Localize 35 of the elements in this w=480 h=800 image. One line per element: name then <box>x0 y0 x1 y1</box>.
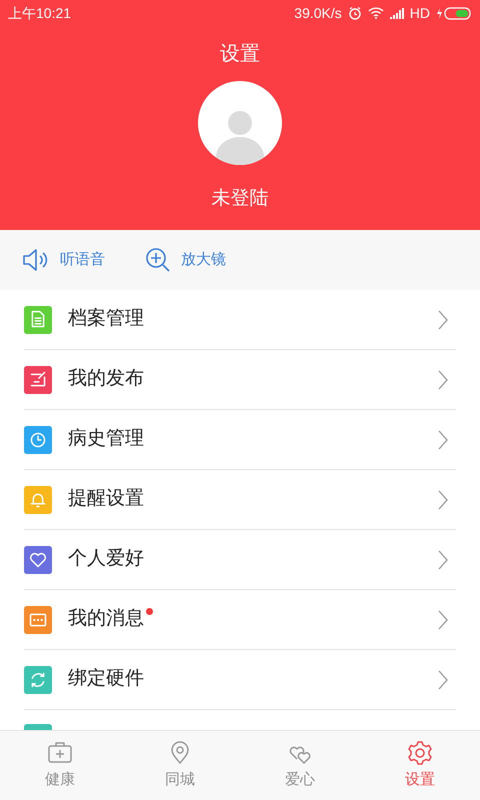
alarm-icon <box>348 6 362 20</box>
menu-label: 绑定硬件 <box>68 667 144 692</box>
chevron-right-icon <box>438 610 448 630</box>
settings-icon <box>406 739 434 768</box>
menu-item[interactable]: 提醒设置 <box>24 470 456 530</box>
menu-label: 病史管理 <box>68 427 144 452</box>
battery-icon <box>436 6 472 20</box>
chevron-right-icon <box>438 370 448 390</box>
chevron-right-icon <box>438 550 448 570</box>
wifi-icon <box>368 7 384 19</box>
network-speed: 39.0K/s <box>294 4 342 22</box>
zoom-in-icon <box>145 247 171 273</box>
magnifier-button[interactable]: 放大镜 <box>145 247 226 273</box>
menu-label: 我的发布 <box>68 367 144 392</box>
menu-item[interactable]: 我的消息 <box>24 590 456 650</box>
menu-item[interactable]: 病史管理 <box>24 410 456 470</box>
page-title: 设置 <box>220 42 260 67</box>
menu-item[interactable]: 绑定硬件 <box>24 650 456 710</box>
chevron-right-icon <box>438 430 448 450</box>
chevron-right-icon <box>438 310 448 330</box>
chevron-right-icon <box>438 670 448 690</box>
menu-label: 提醒设置 <box>68 487 144 512</box>
menu-label: 我的消息 <box>68 607 144 632</box>
user-name[interactable]: 未登陆 <box>212 185 268 214</box>
menu-item[interactable]: 档案管理 <box>24 290 456 350</box>
listen-button[interactable]: 听语音 <box>22 248 105 272</box>
status-time: 上午10:21 <box>8 4 72 22</box>
menu-item[interactable]: 我的发布 <box>24 350 456 410</box>
menu-item[interactable]: 个人爱好 <box>24 530 456 590</box>
speaker-icon <box>22 248 50 272</box>
chevron-right-icon <box>438 490 448 510</box>
signal-icon <box>390 8 404 18</box>
menu-label: 档案管理 <box>68 306 144 332</box>
menu-label: 个人爱好 <box>68 547 144 572</box>
network-type: HD <box>410 4 430 22</box>
